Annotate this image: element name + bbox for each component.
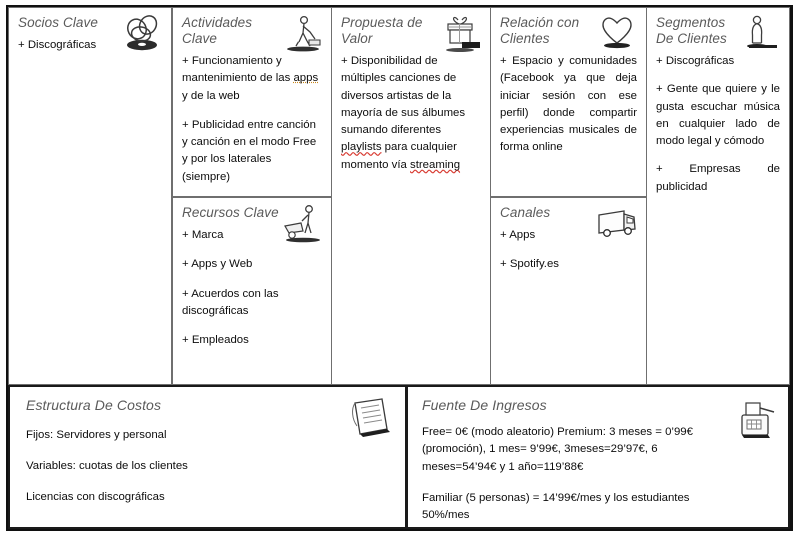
list-item: + Marca — [182, 228, 224, 241]
block-canales[interactable]: Canales + Apps + Spotify.es — [490, 197, 647, 385]
block-body-recursos-clave: + Marca + Apps y Web + Acuerdos con las … — [182, 227, 322, 350]
list-item: + Funcionamiento y mantenimiento de las … — [182, 54, 319, 102]
person-pushing-cart-icon — [279, 12, 325, 54]
list-item: Licencias con discográficas — [26, 491, 165, 504]
list-item: + Apps — [500, 228, 536, 241]
block-title-propuesta-valor: Propuesta de Valor — [341, 15, 423, 46]
block-body-fuente-ingresos: Free= 0€ (modo aleatorio) Premium: 3 mes… — [422, 424, 718, 527]
spellcheck-word: apps — [293, 72, 319, 85]
block-propuesta-valor[interactable]: Propuesta de Valor + Disponibilidad de m… — [331, 7, 491, 385]
list-item: Variables: cuotas de los clientes — [26, 459, 188, 472]
list-item: + Espacio y comunidades (Facebook ya que… — [500, 54, 637, 154]
block-title-estructura-costos: Estructura De Costos — [26, 397, 162, 413]
heart-icon — [594, 12, 640, 54]
list-item: + Disponibilidad de múltiples canciones … — [341, 54, 466, 171]
list-item: + Apps y Web — [182, 258, 253, 271]
list-item: + Discográficas — [656, 54, 735, 67]
block-title-fuente-ingresos: Fuente De Ingresos — [422, 397, 547, 413]
list-item: + Empresas de publicidad — [656, 163, 780, 193]
list-item: Familiar (5 personas) = 14’99€/mes y los… — [422, 491, 690, 522]
block-title-socios-clave: Socios Clave — [18, 15, 98, 30]
block-estructura-costos[interactable]: Estructura De Costos Fijos: Servidores y… — [8, 385, 407, 529]
block-body-propuesta-valor: + Disponibilidad de múltiples canciones … — [341, 53, 481, 174]
block-title-actividades-clave: Actividades Clave — [182, 15, 253, 46]
list-item: Fijos: Servidores y personal — [26, 428, 167, 441]
block-segmentos-clientes[interactable]: Segmentos De Clientes + Discográficas + … — [646, 7, 790, 385]
block-title-segmentos-clientes: Segmentos De Clientes — [656, 15, 727, 46]
block-relacion-clientes[interactable]: Relación con Clientes + Espacio y comuni… — [490, 7, 647, 197]
canvas-outer-frame: Socios Clave + Discográficas Actividades… — [6, 5, 793, 531]
block-fuente-ingresos[interactable]: Fuente De Ingresos Free= 0€ (modo aleato… — [406, 385, 790, 529]
block-actividades-clave[interactable]: Actividades Clave + Funcionamiento y man… — [172, 7, 332, 197]
block-body-segmentos-clientes: + Discográficas + Gente que quiere y le … — [656, 53, 780, 196]
spellcheck-word: playlists — [341, 141, 382, 154]
list-item: + Acuerdos con las discográficas — [182, 287, 279, 317]
block-title-canales: Canales — [500, 205, 551, 220]
block-recursos-clave[interactable]: Recursos Clave + Marca + Apps y Web + Ac… — [172, 197, 332, 385]
block-socios-clave[interactable]: Socios Clave + Discográficas — [8, 7, 172, 385]
list-item: + Empleados — [182, 334, 249, 347]
block-body-estructura-costos: Fijos: Servidores y personal Variables: … — [26, 426, 391, 507]
block-body-relacion-clientes: + Espacio y comunidades (Facebook ya que… — [500, 53, 637, 157]
gift-box-icon — [438, 12, 484, 54]
list-item: + Publicidad entre canción y canción en … — [182, 118, 317, 183]
spellcheck-word: streaming — [410, 158, 461, 171]
block-title-recursos-clave: Recursos Clave — [182, 205, 279, 220]
block-title-relacion-clientes: Relación con Clientes — [500, 15, 580, 46]
cash-register-icon — [732, 395, 782, 443]
list-item: + Gente que quiere y le gusta escuchar m… — [656, 83, 780, 148]
business-model-canvas: Socios Clave + Discográficas Actividades… — [0, 0, 799, 536]
block-body-canales: + Apps + Spotify.es — [500, 227, 637, 274]
list-item: Free= 0€ (modo aleatorio) Premium: 3 mes… — [422, 425, 693, 473]
list-item: + Spotify.es — [500, 258, 559, 271]
block-body-socios-clave: + Discográficas — [18, 37, 162, 54]
list-item: + Discográficas — [18, 38, 97, 51]
block-body-actividades-clave: + Funcionamiento y mantenimiento de las … — [182, 53, 322, 186]
